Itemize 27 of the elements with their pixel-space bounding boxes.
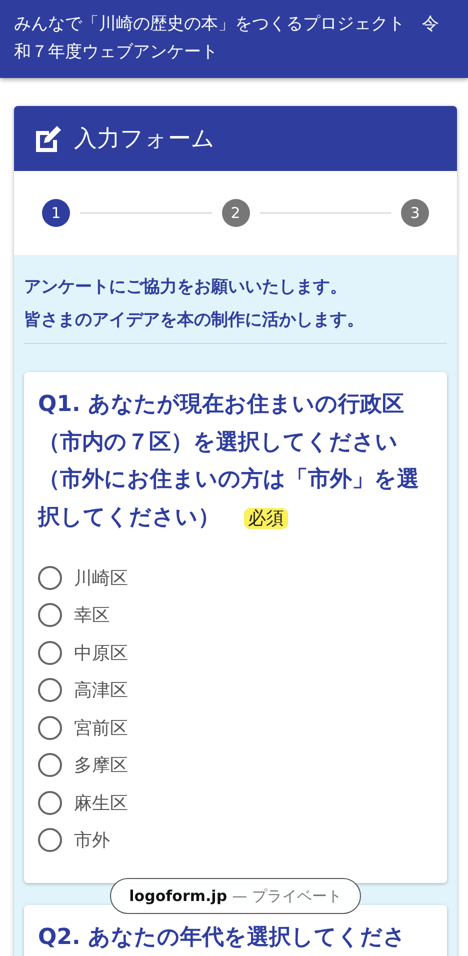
question-title: Q1. あなたが現在お住まいの行政区（市内の７区）を選択してください（市外にお住まいの方は「市外」を選択してください） 必須 xyxy=(38,391,420,532)
step-indicator: 1 xyxy=(42,199,70,227)
radio-button[interactable] xyxy=(38,678,62,702)
intro-text: 皆さまのアイデアを本の制作に活かします。 xyxy=(24,309,365,332)
option-label[interactable]: 市外 xyxy=(74,828,110,852)
option-label[interactable]: 宮前区 xyxy=(74,716,128,740)
question-title: Q2. あなたの年代を選択してくださ xyxy=(38,924,408,952)
option-label[interactable]: 川崎区 xyxy=(74,566,128,590)
form-title: 入力フォーム xyxy=(74,125,215,154)
radio-button[interactable] xyxy=(38,828,62,852)
option-label[interactable]: 幸区 xyxy=(74,603,110,628)
address-pill[interactable]: logoform.jp — プライベート xyxy=(110,878,361,914)
radio-button[interactable] xyxy=(38,790,62,815)
radio-button[interactable] xyxy=(38,566,62,590)
option-label[interactable]: 多摩区 xyxy=(74,753,128,778)
step-indicator: 3 xyxy=(401,199,429,227)
required-badge: 必須 xyxy=(244,508,288,528)
radio-button[interactable] xyxy=(38,640,62,665)
radio-button[interactable] xyxy=(38,716,62,740)
option-label[interactable]: 麻生区 xyxy=(74,790,128,815)
radio-button[interactable] xyxy=(38,753,62,778)
intro-text: アンケートにご協力をお願いいたします。 xyxy=(24,276,348,299)
option-label[interactable]: 中原区 xyxy=(74,640,128,665)
radio-button[interactable] xyxy=(38,603,62,628)
step-indicator: 2 xyxy=(222,199,250,227)
page-title: みんなで「川崎の歴史の本」をつくるプロジェクト 令和７年度ウェブアンケート xyxy=(14,13,440,64)
option-label[interactable]: 高津区 xyxy=(74,678,128,702)
